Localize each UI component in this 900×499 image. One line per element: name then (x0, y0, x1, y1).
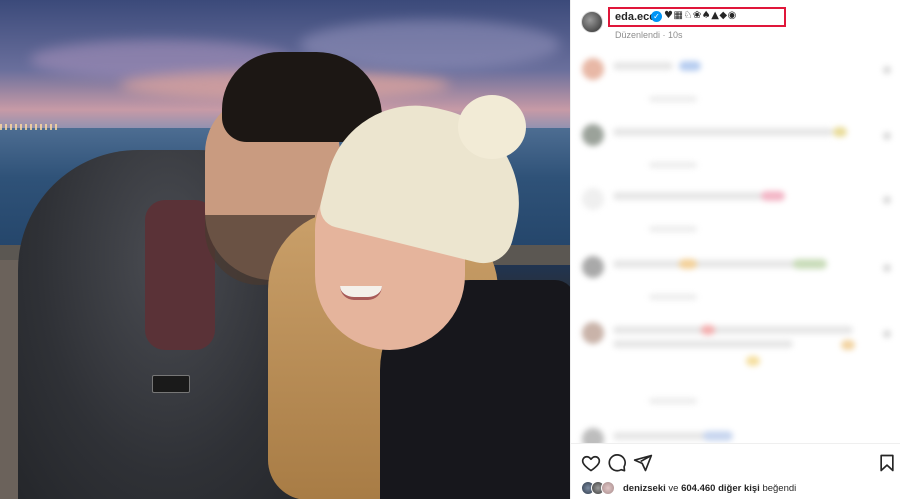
comment-meta (649, 226, 697, 232)
heart-icon (883, 196, 891, 204)
comment-item (571, 422, 900, 444)
liker-avatar (601, 481, 615, 495)
heart-icon (883, 66, 891, 74)
divider (571, 443, 900, 444)
comment-text (613, 128, 833, 136)
liker-username[interactable]: denizseki (623, 483, 666, 494)
comment-emoji (703, 431, 733, 441)
heart-icon (883, 264, 891, 272)
comment-emoji (761, 191, 785, 201)
likes-text: denizseki ve 604.460 diğer kişi beğendi (623, 483, 796, 494)
heart-icon (883, 330, 891, 338)
comment-avatar (582, 124, 604, 146)
comment-item (571, 250, 900, 310)
comment-emoji (833, 127, 847, 137)
city-lights (0, 124, 60, 130)
post-sidebar: eda.ece ✓ ♥▦♘❀♠▲◆◉ Düzenlendi · 10s deni… (570, 0, 900, 499)
comment-emoji (746, 356, 760, 366)
comment-emoji (701, 325, 715, 335)
comment-item (571, 182, 900, 242)
comment-avatar (582, 58, 604, 80)
likes-suffix: beğendi (762, 483, 797, 494)
likes-conjunction: ve (668, 483, 679, 494)
post-header: eda.ece ✓ ♥▦♘❀♠▲◆◉ Düzenlendi · 10s (571, 0, 900, 46)
likes-count[interactable]: 604.460 diğer kişi (681, 483, 760, 494)
comment-emoji (679, 61, 701, 71)
comment-meta (649, 398, 697, 404)
author-username[interactable]: eda.ece (615, 11, 655, 23)
comment-emoji (793, 259, 827, 269)
comment-item (571, 118, 900, 178)
author-avatar[interactable] (581, 11, 603, 33)
comment-text (613, 432, 713, 440)
comment-avatar (582, 322, 604, 344)
verified-badge-icon: ✓ (651, 11, 662, 22)
bio-emojis: ♥▦♘❀♠▲◆◉ (664, 10, 737, 21)
comment-text (613, 326, 853, 334)
comment-text (613, 192, 763, 200)
action-bar (571, 450, 900, 476)
comment-avatar (582, 256, 604, 278)
heart-outline-icon[interactable] (581, 453, 601, 473)
comment-avatar (582, 428, 604, 444)
beanie-pompom (458, 95, 526, 159)
speech-bubble-icon[interactable] (607, 453, 627, 473)
comment-avatar (582, 188, 604, 210)
comment-text (613, 62, 673, 70)
comment-meta (649, 162, 697, 168)
edited-timestamp: Düzenlendi · 10s (615, 30, 683, 40)
comment-meta (649, 96, 697, 102)
bookmark-icon[interactable] (877, 453, 897, 473)
comments-list[interactable] (571, 46, 900, 444)
jacket-logo (152, 375, 190, 393)
post-photo[interactable] (0, 0, 570, 499)
comment-text (613, 260, 813, 268)
paper-plane-icon[interactable] (633, 453, 653, 473)
likes-summary[interactable]: denizseki ve 604.460 diğer kişi beğendi (581, 480, 900, 496)
comment-emoji (841, 340, 855, 350)
comment-item (571, 52, 900, 112)
heart-icon (883, 132, 891, 140)
comment-emoji (679, 259, 697, 269)
comment-item (571, 316, 900, 406)
comment-meta (649, 294, 697, 300)
comment-text (613, 340, 793, 348)
